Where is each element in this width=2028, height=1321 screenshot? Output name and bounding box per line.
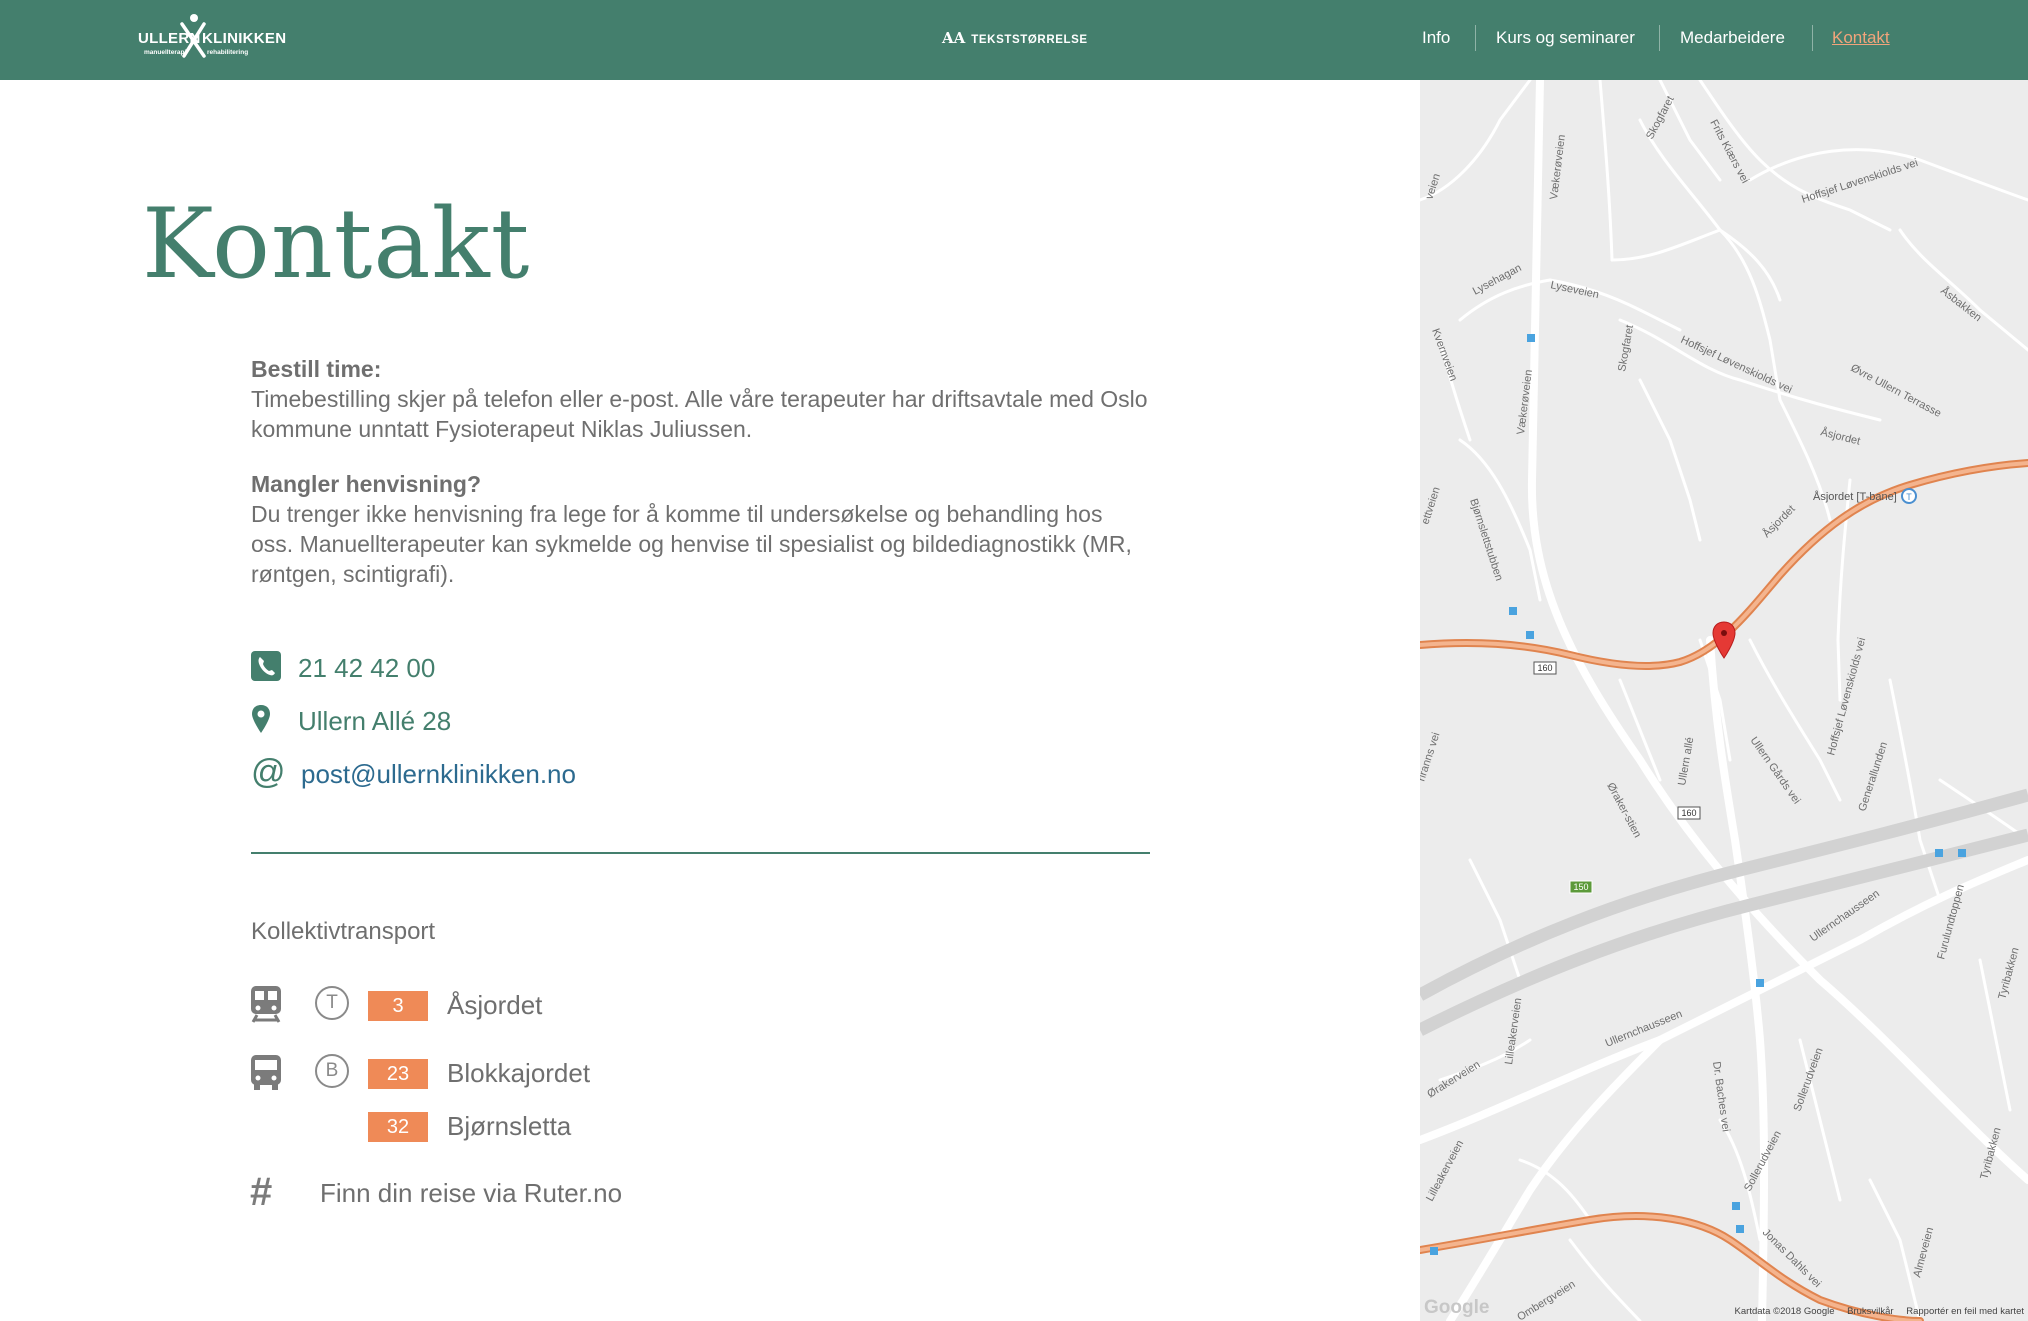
street-label: Hoffsjef Løvenskiolds vei: [1679, 334, 1794, 396]
street-label: Lysehagan: [1471, 262, 1524, 298]
street-label: Frits Kiærs vei: [1707, 118, 1751, 186]
booking-heading: Bestill time:: [251, 356, 382, 382]
nav-item-info[interactable]: Info: [1422, 24, 1450, 52]
bus-stop-name: Blokkajordet: [447, 1058, 591, 1088]
metro-train-icon: [251, 986, 281, 1023]
street-label: ettveien: [1420, 486, 1443, 526]
street-label: Hoffsjef Løvenskiolds vei: [1800, 157, 1919, 206]
text-size-label: TEKSTSTØRRELSE: [971, 34, 1088, 46]
map-data-credit: Kartdata ©2018 Google: [1734, 1306, 1835, 1317]
street-label: Skogfaret: [1616, 324, 1636, 372]
nav-separator: [1812, 25, 1813, 51]
nav-separator: [1659, 25, 1660, 51]
map-terms-link[interactable]: Bruksvilkår: [1847, 1306, 1893, 1317]
referral-text: Du trenger ikke henvisning fra lege for …: [251, 501, 1132, 587]
nav-item-kurs-og-seminarer[interactable]: Kurs og seminarer: [1496, 24, 1635, 52]
metro-line-badge: 3: [368, 991, 428, 1021]
google-map[interactable]: 160 160 150 T Vækerøveien Vækerøveien Sk…: [1420, 80, 2028, 1321]
street-label: Lilleakerveien: [1503, 997, 1524, 1065]
nav-separator: [1475, 25, 1476, 51]
booking-info: Bestill time: Timebestilling skjer på te…: [251, 354, 1151, 444]
map-canvas: 160 160 150 T Vækerøveien Vækerøveien Sk…: [1420, 80, 2028, 1321]
street-label: Hoffsjef Løvenskiolds vei: [1825, 636, 1868, 756]
street-label: Øraker-stien: [1604, 781, 1643, 840]
street-label: Ombergveien: [1515, 1278, 1577, 1321]
street-label: Sollerudveien: [1792, 1046, 1826, 1113]
street-label: Dr. Baches vei: [1710, 1061, 1732, 1133]
street-label: Åsbakken: [1938, 284, 1984, 324]
email-link[interactable]: post@ullernklinikken.no: [301, 756, 576, 792]
metro-station-icon: T: [1906, 492, 1912, 502]
ullern-klinikken-logo[interactable]: ULLERN KLINIKKEN manuellterapi rehabilit…: [136, 12, 286, 66]
top-navigation-bar: ULLERN KLINIKKEN manuellterapi rehabilit…: [0, 0, 2028, 80]
street-label: Øvre Ullern Terrasse: [1849, 362, 1944, 420]
google-logo[interactable]: Google: [1424, 1297, 1489, 1319]
text-size-icon: AA: [942, 29, 966, 47]
referral-info: Mangler henvisning? Du trenger ikke henv…: [251, 469, 1151, 589]
street-label: Åsjordet: [1819, 425, 1861, 447]
street-label: Åsjordet: [1760, 502, 1798, 540]
street-label: Vækerøveien: [1548, 134, 1568, 200]
page-title: Kontakt: [142, 188, 531, 300]
street-label: Ullern allé: [1676, 736, 1696, 786]
ruter-link[interactable]: Finn din reise via Ruter.no: [320, 1176, 622, 1210]
route-shield-150: 150: [1573, 882, 1588, 892]
street-label: Generallunden: [1856, 741, 1890, 813]
logo-subtext-right: rehabilitering: [207, 49, 249, 56]
nav-item-medarbeidere[interactable]: Medarbeidere: [1680, 24, 1785, 52]
transport-heading: Kollektivtransport: [251, 918, 436, 945]
metro-stop-name: Åsjordet: [447, 990, 543, 1020]
hashtag-icon: #: [250, 1170, 273, 1214]
referral-heading: Mangler henvisning?: [251, 471, 482, 497]
street-label: Kvernveien: [1429, 327, 1459, 383]
map-footer: Kartdata ©2018 Google Bruksvilkår Rappor…: [1725, 1306, 2024, 1317]
location-marker-icon: [1712, 621, 1736, 659]
nav-item-kontakt[interactable]: Kontakt: [1832, 24, 1890, 52]
address-text: Ullern Allé 28: [298, 706, 452, 736]
booking-text: Timebestilling skjer på telefon eller e-…: [251, 386, 1148, 442]
phone-number: 21 42 42 00: [298, 653, 436, 683]
logo-text-right: KLINIKKEN: [202, 30, 287, 47]
location-pin-icon: [252, 705, 270, 733]
street-label: veien: [1423, 172, 1443, 201]
bus-line-badge: 32: [368, 1112, 428, 1142]
street-label: Tyribakken: [1996, 946, 2021, 1000]
bus-symbol: B: [315, 1054, 349, 1088]
map-report-link[interactable]: Rapportér en feil med kartet: [1906, 1306, 2024, 1317]
bus-stop-name: Bjørnsletta: [447, 1111, 572, 1141]
logo-subtext-left: manuellterapi: [144, 49, 187, 56]
route-shield-160: 160: [1681, 808, 1696, 818]
street-label: Almeveien: [1911, 1226, 1936, 1279]
street-label: Bjørnslettstubben: [1467, 497, 1505, 582]
bus-icon: [251, 1055, 281, 1090]
street-label: Lyseveien: [1549, 279, 1600, 301]
section-divider: [251, 852, 1150, 854]
bus-line-badge: 23: [368, 1059, 428, 1089]
street-label: Skogfaret: [1644, 94, 1677, 141]
street-label: Ørakerveien: [1425, 1059, 1482, 1101]
at-sign-icon: @: [251, 753, 286, 791]
metro-station-label: Åsjordet [T-bane]: [1813, 490, 1897, 503]
street-label: Lilleakerveien: [1424, 1138, 1466, 1203]
text-size-toggle[interactable]: AA TEKSTSTØRRELSE: [942, 29, 1088, 47]
metro-symbol: T: [315, 986, 349, 1020]
phone-icon: [251, 651, 281, 681]
route-shield-160: 160: [1537, 663, 1552, 673]
street-label: riranns vei: [1420, 731, 1443, 783]
street-label: Ullern Gårds vei: [1748, 735, 1803, 806]
